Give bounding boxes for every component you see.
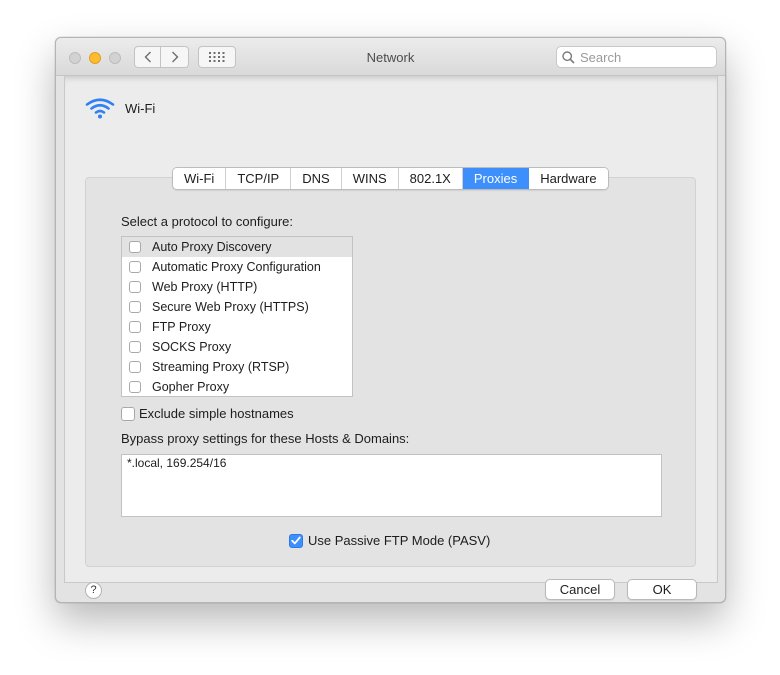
- tab-8021x[interactable]: 802.1X: [398, 168, 463, 189]
- tab-bar: Wi-Fi TCP/IP DNS WINS 802.1X Proxies Har…: [172, 167, 609, 190]
- exclude-simple-hostnames[interactable]: Exclude simple hostnames: [121, 406, 294, 421]
- tab-dns[interactable]: DNS: [291, 168, 342, 189]
- protocol-checkbox[interactable]: [129, 321, 141, 333]
- bypass-hosts-field[interactable]: *.local, 169.254/16: [121, 454, 662, 517]
- list-item[interactable]: FTP Proxy: [122, 317, 352, 337]
- protocol-label: Automatic Proxy Configuration: [152, 260, 321, 274]
- list-item[interactable]: SOCKS Proxy: [122, 337, 352, 357]
- tab-wins[interactable]: WINS: [341, 168, 399, 189]
- protocol-checkbox[interactable]: [129, 341, 141, 353]
- search-placeholder: Search: [580, 49, 622, 65]
- protocol-checkbox[interactable]: [129, 241, 141, 253]
- tab-proxies[interactable]: Proxies: [462, 168, 530, 189]
- list-item[interactable]: Automatic Proxy Configuration: [122, 257, 352, 277]
- interface-header: Wi-Fi: [85, 97, 155, 119]
- passive-ftp-checkbox[interactable]: [289, 533, 303, 548]
- list-item[interactable]: Web Proxy (HTTP): [122, 277, 352, 297]
- protocol-label: FTP Proxy: [152, 320, 211, 334]
- protocol-label: Streaming Proxy (RTSP): [152, 360, 290, 374]
- search-field[interactable]: Search: [556, 46, 717, 68]
- tab-wifi[interactable]: Wi-Fi: [173, 168, 227, 189]
- interface-name: Wi-Fi: [125, 100, 156, 116]
- network-window: Network Search Wi-Fi Wi-Fi TCP/IP DNS WI…: [55, 37, 726, 603]
- list-item[interactable]: Auto Proxy Discovery: [122, 237, 352, 257]
- protocol-label: Secure Web Proxy (HTTPS): [152, 300, 309, 314]
- protocol-label: SOCKS Proxy: [152, 340, 232, 354]
- proxies-sheet: Wi-Fi Wi-Fi TCP/IP DNS WINS 802.1X Proxi…: [64, 76, 718, 600]
- checkmark-icon: [291, 536, 301, 545]
- protocol-checkbox[interactable]: [129, 281, 141, 293]
- protocol-prompt: Select a protocol to configure:: [121, 214, 293, 229]
- cancel-button[interactable]: Cancel: [545, 579, 615, 600]
- exclude-simple-checkbox[interactable]: [121, 406, 135, 421]
- list-item[interactable]: Secure Web Proxy (HTTPS): [122, 297, 352, 317]
- help-button[interactable]: ?: [85, 582, 102, 599]
- list-item[interactable]: Gopher Proxy: [122, 377, 352, 397]
- tab-tcpip[interactable]: TCP/IP: [226, 168, 292, 189]
- protocol-checkbox[interactable]: [129, 301, 141, 313]
- protocol-checkbox[interactable]: [129, 381, 141, 393]
- search-icon: [562, 50, 575, 64]
- exclude-simple-label: Exclude simple hostnames: [139, 406, 294, 421]
- tab-hardware[interactable]: Hardware: [529, 168, 608, 189]
- protocol-label: Auto Proxy Discovery: [152, 240, 272, 254]
- protocol-label: Gopher Proxy: [152, 380, 230, 394]
- protocol-label: Web Proxy (HTTP): [152, 280, 258, 294]
- protocol-list: Auto Proxy Discovery Automatic Proxy Con…: [121, 236, 353, 397]
- protocol-checkbox[interactable]: [129, 361, 141, 373]
- list-item[interactable]: Streaming Proxy (RTSP): [122, 357, 352, 377]
- passive-ftp-option[interactable]: Use Passive FTP Mode (PASV): [289, 533, 490, 548]
- protocol-checkbox[interactable]: [129, 261, 141, 273]
- ok-button[interactable]: OK: [627, 579, 697, 600]
- wifi-icon: [85, 98, 115, 119]
- title-bar: Network Search: [56, 38, 725, 76]
- passive-ftp-label: Use Passive FTP Mode (PASV): [308, 533, 491, 548]
- bypass-label: Bypass proxy settings for these Hosts & …: [121, 431, 410, 446]
